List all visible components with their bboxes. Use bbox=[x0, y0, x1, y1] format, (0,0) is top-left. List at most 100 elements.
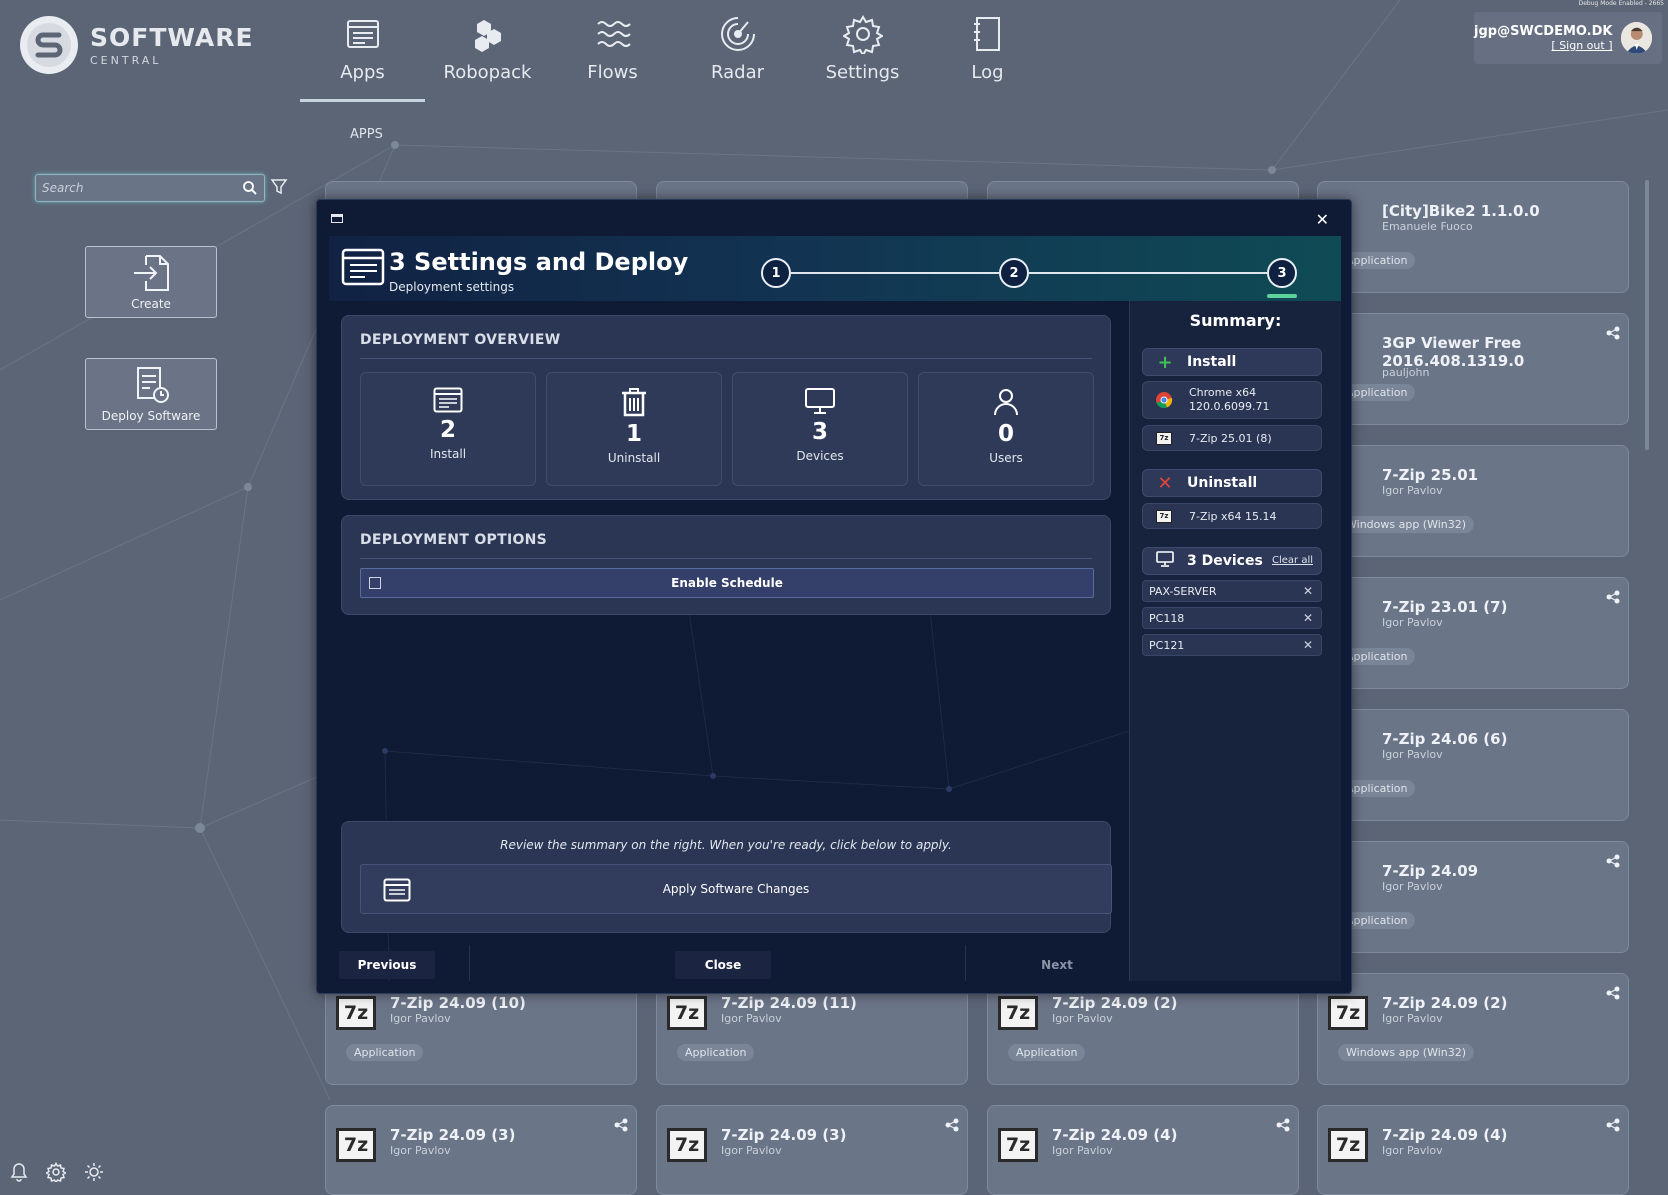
options-title: DEPLOYMENT OPTIONS bbox=[360, 532, 548, 548]
clear-all-link[interactable]: Clear all bbox=[1272, 555, 1313, 566]
summary-uninstall-item: 7z 7-Zip x64 15.14 bbox=[1142, 503, 1322, 529]
stat-install-label: Install bbox=[429, 447, 467, 461]
app-card-title: 7-Zip 24.09 bbox=[1382, 862, 1479, 880]
app-card[interactable]: 7-Zip 24.06 (6) Igor Pavlov Application bbox=[1317, 709, 1629, 821]
log-icon bbox=[973, 17, 1000, 51]
app-card[interactable]: 7-Zip 23.01 (7) Igor Pavlov Application bbox=[1317, 577, 1629, 689]
gear-icon bbox=[842, 15, 883, 54]
app-card[interactable]: 7-Zip 24.09 Igor Pavlov Application bbox=[1317, 841, 1629, 953]
wizard-stepper: 1 2 3 bbox=[761, 258, 1297, 298]
overview-title: DEPLOYMENT OVERVIEW bbox=[360, 332, 561, 348]
stat-users-label: Users bbox=[989, 451, 1023, 465]
app-card-badge: Application bbox=[1008, 1044, 1086, 1061]
scrollbar[interactable] bbox=[1645, 180, 1649, 450]
app-card-author: Igor Pavlov bbox=[1052, 1012, 1113, 1025]
active-step-indicator bbox=[1267, 294, 1297, 298]
share-icon[interactable] bbox=[1276, 1118, 1290, 1132]
share-icon[interactable] bbox=[1606, 326, 1620, 340]
user-email: jgp@SWCDEMO.DK bbox=[1474, 24, 1613, 39]
monitor-icon bbox=[1155, 550, 1175, 572]
app-card[interactable]: [City]Bike2 1.1.0.0 Emanuele Fuoco Appli… bbox=[1317, 181, 1629, 293]
apps-icon bbox=[433, 387, 463, 413]
app-card-author: Igor Pavlov bbox=[1382, 748, 1443, 761]
7zip-icon: 7z bbox=[336, 1128, 376, 1162]
trash-icon bbox=[622, 388, 646, 417]
avatar[interactable] bbox=[1620, 22, 1652, 54]
share-icon[interactable] bbox=[1606, 590, 1620, 604]
nav-flows[interactable]: Flows bbox=[550, 12, 675, 100]
close-button[interactable]: Close bbox=[675, 951, 771, 979]
next-button[interactable]: Next bbox=[1009, 951, 1105, 979]
schedule-checkbox[interactable] bbox=[369, 577, 381, 589]
app-card-badge: Windows app (Win32) bbox=[1338, 516, 1475, 533]
divider bbox=[469, 945, 470, 981]
app-card-title: 7-Zip 24.09 (4) bbox=[1382, 1126, 1508, 1144]
remove-device-icon[interactable]: ✕ bbox=[1303, 611, 1313, 625]
create-button[interactable]: Create bbox=[85, 246, 217, 318]
app-card[interactable]: 7z 7-Zip 24.09 (3) Igor Pavlov bbox=[656, 1105, 968, 1195]
nav-apps[interactable]: Apps bbox=[300, 12, 425, 102]
7zip-icon: 7z bbox=[1155, 429, 1173, 447]
step-1[interactable]: 1 bbox=[761, 258, 791, 288]
filter-icon[interactable] bbox=[270, 178, 288, 196]
search-box bbox=[35, 174, 265, 202]
nav-settings[interactable]: Settings bbox=[800, 12, 925, 100]
share-icon[interactable] bbox=[945, 1118, 959, 1132]
summary-uninstall-name: 7-Zip x64 15.14 bbox=[1189, 509, 1277, 523]
app-card[interactable]: 7z 7-Zip 24.09 (4) Igor Pavlov bbox=[987, 1105, 1299, 1195]
share-icon[interactable] bbox=[614, 1118, 628, 1132]
app-card-author: Igor Pavlov bbox=[1382, 484, 1443, 497]
close-icon[interactable]: ✕ bbox=[1316, 210, 1329, 229]
sign-out-link[interactable]: [ Sign out ] bbox=[1474, 39, 1612, 52]
step-3[interactable]: 3 bbox=[1267, 258, 1297, 288]
step-connector bbox=[1029, 272, 1267, 274]
step-2[interactable]: 2 bbox=[999, 258, 1029, 288]
app-card[interactable]: 7z 7-Zip 24.09 (4) Igor Pavlov bbox=[1317, 1105, 1629, 1195]
app-card[interactable]: 3GP Viewer Free 2016.408.1319.0 pauljohn… bbox=[1317, 313, 1629, 425]
divider bbox=[965, 945, 966, 981]
enable-schedule-toggle[interactable]: Enable Schedule bbox=[360, 568, 1094, 598]
app-card[interactable]: 7-Zip 25.01 Igor Pavlov Windows app (Win… bbox=[1317, 445, 1629, 557]
app-card-title: 7-Zip 24.09 (10) bbox=[390, 994, 526, 1012]
flows-icon bbox=[596, 21, 631, 47]
share-icon[interactable] bbox=[1606, 1118, 1620, 1132]
deploy-software-button[interactable]: Deploy Software bbox=[85, 358, 217, 430]
nav-log-label: Log bbox=[971, 62, 1004, 83]
remove-device-icon[interactable]: ✕ bbox=[1303, 638, 1313, 652]
search-input[interactable] bbox=[42, 181, 242, 195]
install-header: + Install bbox=[1142, 348, 1322, 376]
share-icon[interactable] bbox=[1606, 986, 1620, 1000]
apps-icon bbox=[341, 248, 385, 286]
app-card[interactable]: 7z 7-Zip 24.09 (3) Igor Pavlov bbox=[325, 1105, 637, 1195]
app-card-author: Igor Pavlov bbox=[721, 1144, 782, 1157]
7zip-icon: 7z bbox=[998, 996, 1038, 1030]
remove-device-icon[interactable]: ✕ bbox=[1303, 584, 1313, 598]
gear-icon[interactable] bbox=[46, 1162, 66, 1182]
devices-header-label: 3 Devices bbox=[1187, 553, 1263, 569]
apply-software-changes-button[interactable]: Apply Software Changes bbox=[360, 864, 1112, 914]
previous-button[interactable]: Previous bbox=[339, 951, 435, 979]
logo-mark-icon bbox=[20, 16, 78, 74]
bell-icon[interactable] bbox=[10, 1162, 28, 1182]
search-icon[interactable] bbox=[242, 180, 258, 196]
nav-radar[interactable]: Radar bbox=[675, 12, 800, 100]
nav-apps-label: Apps bbox=[340, 62, 385, 83]
logo[interactable]: SOFTWARE CENTRAL bbox=[20, 16, 254, 74]
device-item: PAX-SERVER ✕ bbox=[1142, 580, 1322, 602]
app-card-author: pauljohn bbox=[1382, 366, 1430, 379]
review-text: Review the summary on the right. When yo… bbox=[500, 838, 952, 852]
app-card-badge: Windows app (Win32) bbox=[1338, 1044, 1475, 1061]
enable-schedule-label: Enable Schedule bbox=[671, 576, 783, 590]
app-card-author: Igor Pavlov bbox=[390, 1012, 451, 1025]
user-icon bbox=[994, 389, 1018, 416]
divider bbox=[360, 558, 1092, 559]
nav-radar-label: Radar bbox=[711, 62, 764, 83]
share-icon[interactable] bbox=[1606, 854, 1620, 868]
create-label: Create bbox=[131, 297, 171, 311]
wizard-content: DEPLOYMENT OVERVIEW 2 Install 1 Uninstal… bbox=[329, 301, 1129, 981]
nav-robopack[interactable]: Robopack bbox=[425, 12, 550, 100]
app-card[interactable]: 7z 7-Zip 24.09 (2) Igor Pavlov Windows a… bbox=[1317, 973, 1629, 1085]
app-card-title: 7-Zip 24.09 (4) bbox=[1052, 1126, 1178, 1144]
brightness-icon[interactable] bbox=[84, 1162, 104, 1182]
nav-log[interactable]: Log bbox=[925, 12, 1050, 100]
